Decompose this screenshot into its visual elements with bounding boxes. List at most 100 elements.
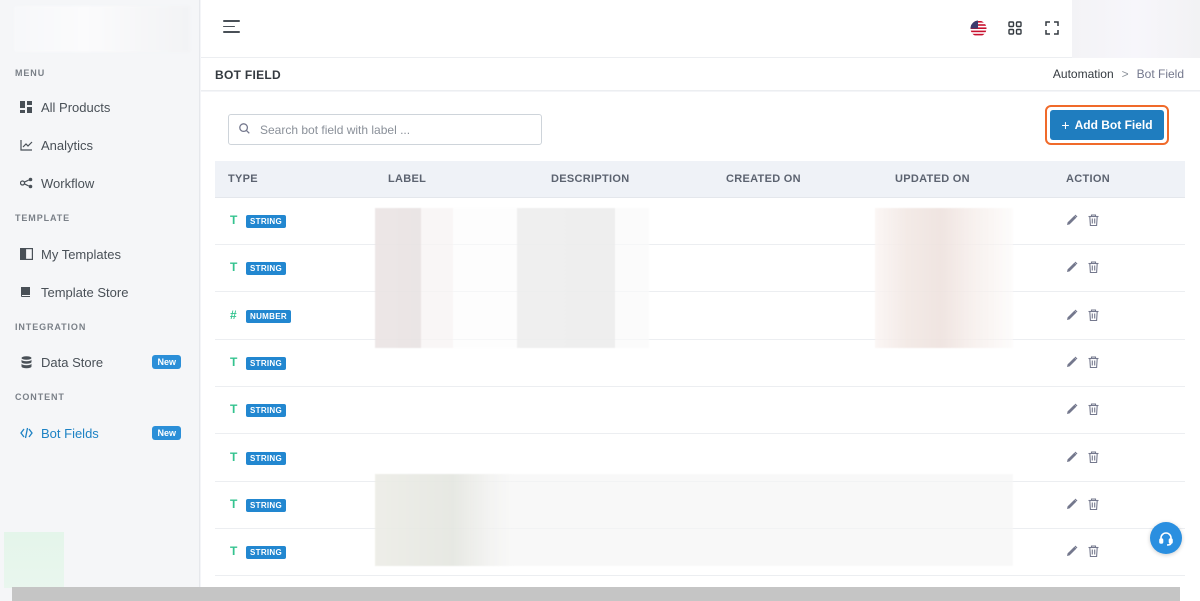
type-icon: T [230,402,238,417]
table-row[interactable]: T STRING [215,245,1185,293]
table-row[interactable]: T STRING [215,387,1185,435]
type-badge: STRING [246,451,287,465]
sidebar-footer-image [4,532,64,588]
redacted-cells [375,474,1013,566]
sidebar-item-analytics[interactable]: Analytics [0,129,199,161]
type-icon: T [230,544,238,559]
type-badge: NUMBER [246,309,291,323]
edit-icon[interactable] [1066,260,1078,274]
section-title-content: CONTENT [15,392,65,402]
add-bot-field-button[interactable]: + Add Bot Field [1050,110,1164,140]
column-header-updated-on[interactable]: UPDATED ON [895,173,970,185]
page-title: BOT FIELD [215,68,282,82]
book-icon [19,247,33,261]
table-header: TYPE LABEL DESCRIPTION CREATED ON UPDATE… [215,161,1185,198]
sidebar-item-all-products[interactable]: All Products [0,91,199,123]
share-nodes-icon [19,176,33,190]
book-closed-icon [19,285,33,299]
table-row[interactable]: T STRING [215,198,1185,245]
sidebar-item-label: All Products [41,99,111,115]
sidebar-item-label: Data Store [41,354,104,370]
search-input[interactable] [260,122,520,137]
column-header-label[interactable]: LABEL [388,173,426,185]
column-header-created-on[interactable]: CREATED ON [726,173,801,185]
sidebar-item-template-store[interactable]: Template Store [0,276,199,308]
chart-line-icon [19,138,33,152]
edit-icon[interactable] [1066,544,1078,558]
type-badge: STRING [246,356,287,370]
section-title-integration: INTEGRATION [15,322,87,332]
search-box [228,114,542,145]
section-title-template: TEMPLATE [15,213,71,223]
new-badge: New [152,355,181,369]
new-badge: New [152,426,181,440]
breadcrumb-current: Bot Field [1136,67,1184,81]
type-badge: STRING [246,215,287,228]
delete-icon[interactable] [1088,544,1100,558]
sidebar-item-label: Analytics [41,137,94,153]
database-icon [19,355,33,369]
edit-icon[interactable] [1066,450,1078,464]
help-chat-button[interactable] [1150,522,1182,554]
delete-icon[interactable] [1088,497,1100,511]
table-row[interactable]: T STRING [215,340,1185,387]
edit-icon[interactable] [1066,213,1078,227]
edit-icon[interactable] [1066,308,1078,322]
sidebar-item-data-store[interactable]: Data Store New [0,346,199,378]
type-badge: STRING [246,404,287,418]
sidebar-item-label: My Templates [41,246,121,262]
sidebar-item-label: Bot Fields [41,425,99,441]
type-icon: T [230,260,238,275]
redacted-cells [375,208,649,348]
delete-icon[interactable] [1088,213,1100,227]
delete-icon[interactable] [1088,450,1100,464]
breadcrumb-separator: > [1121,67,1129,81]
grid-icon [19,100,33,114]
delete-icon[interactable] [1088,402,1100,416]
plus-icon: + [1061,117,1070,133]
logo[interactable] [14,6,190,52]
type-icon: T [230,213,238,227]
user-avatar[interactable] [1072,0,1200,58]
sidebar-item-workflow[interactable]: Workflow [0,167,199,199]
edit-icon[interactable] [1066,497,1078,511]
type-badge: STRING [246,498,287,512]
page-header: BOT FIELD Automation > Bot Field [201,58,1200,91]
breadcrumb-automation[interactable]: Automation [1053,67,1114,81]
type-badge: STRING [246,262,287,276]
type-icon: T [230,449,238,464]
sidebar-item-label: Template Store [41,284,129,300]
apps-grid-icon[interactable] [1005,18,1025,38]
delete-icon[interactable] [1088,355,1100,369]
sidebar-item-label: Workflow [41,175,95,191]
edit-icon[interactable] [1066,402,1078,416]
type-icon: T [230,496,238,511]
code-icon [19,426,33,440]
menu-toggle-icon[interactable] [223,20,241,36]
bot-fields-table: TYPE LABEL DESCRIPTION CREATED ON UPDATE… [215,161,1185,577]
add-button-label: Add Bot Field [1074,118,1153,132]
column-header-description[interactable]: DESCRIPTION [551,173,629,185]
column-header-type[interactable]: TYPE [228,173,258,185]
headset-icon [1159,532,1173,546]
section-title-menu: MENU [15,68,46,78]
sidebar-item-my-templates[interactable]: My Templates [0,238,199,270]
table-row[interactable]: # NUMBER [215,293,1185,340]
edit-icon[interactable] [1066,355,1078,369]
column-header-action: ACTION [1066,173,1110,185]
type-badge: STRING [246,546,287,560]
search-icon [239,121,250,139]
horizontal-scrollbar[interactable] [12,587,1180,601]
fullscreen-icon[interactable] [1042,18,1062,38]
redacted-cells [875,208,1013,348]
main-card: + Add Bot Field TYPE LABEL DESCRIPTION C… [201,92,1200,601]
delete-icon[interactable] [1088,308,1100,322]
type-icon: # [230,307,237,322]
sidebar: MENU All Products Analytics Workflow TEM… [0,0,200,601]
us-flag-icon[interactable] [968,18,988,38]
delete-icon[interactable] [1088,260,1100,274]
sidebar-item-bot-fields[interactable]: Bot Fields New [0,417,199,449]
breadcrumb: Automation > Bot Field [1053,67,1184,81]
topbar [201,0,1200,58]
type-icon: T [230,354,238,369]
